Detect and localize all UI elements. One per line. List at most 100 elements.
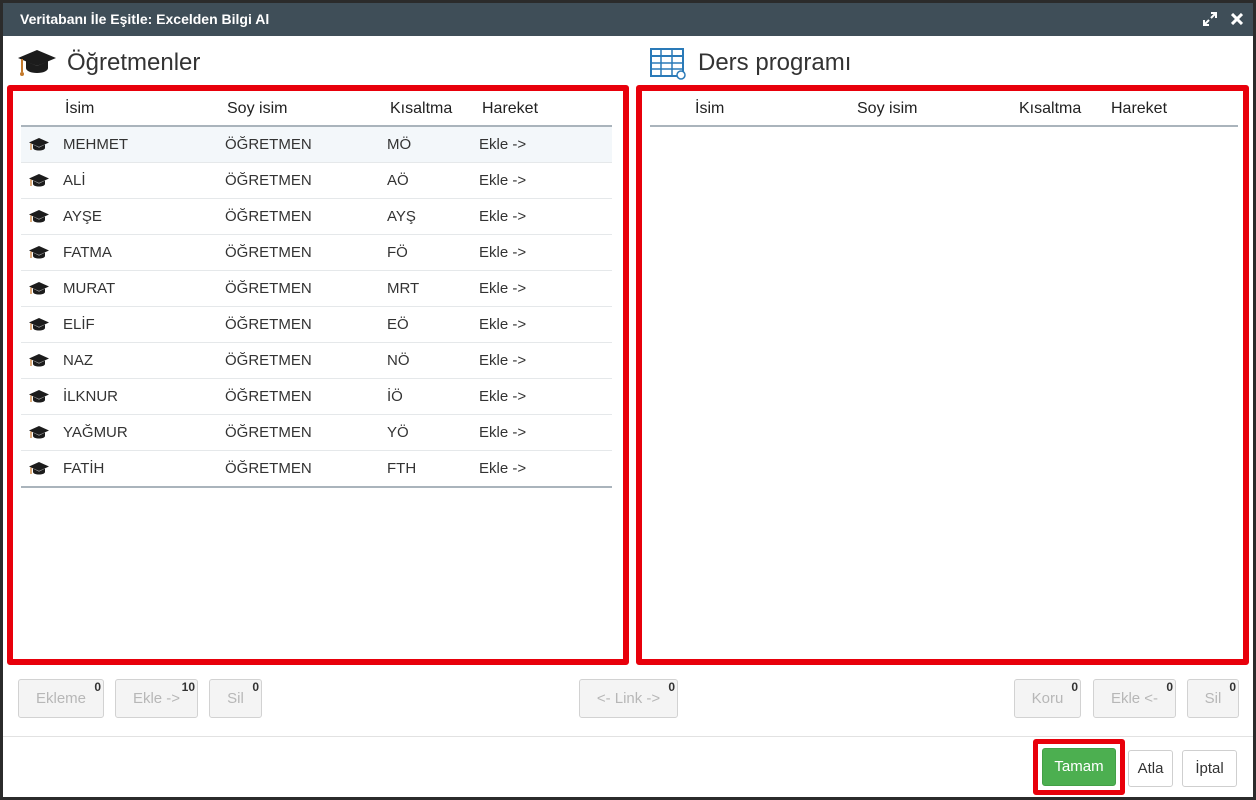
schedule-panel: İsim Soy isim Kısaltma Hareket: [636, 85, 1249, 665]
graduation-cap-icon: [28, 137, 50, 153]
button-label: <- Link ->: [596, 690, 661, 707]
add-row-link[interactable]: Ekle ->: [479, 424, 526, 441]
col-short-header[interactable]: Kısaltma: [390, 100, 452, 118]
graduation-cap-icon: [28, 461, 50, 477]
ok-button[interactable]: Tamam: [1042, 748, 1116, 786]
teacher-surname: ÖĞRETMEN: [225, 424, 312, 441]
teacher-short: EÖ: [387, 316, 409, 333]
col-name-header[interactable]: İsim: [65, 100, 94, 118]
count-badge: 0: [1166, 680, 1173, 694]
graduation-cap-icon: [28, 209, 50, 225]
teachers-title: Öğretmenler: [67, 49, 201, 76]
teacher-short: İÖ: [387, 388, 403, 405]
add-row-link[interactable]: Ekle ->: [479, 244, 526, 261]
teacher-surname: ÖĞRETMEN: [225, 280, 312, 297]
teacher-short: FÖ: [387, 244, 408, 261]
table-row[interactable]: MEHMET ÖĞRETMEN MÖ Ekle ->: [21, 127, 612, 163]
delete-left-button[interactable]: Sil 0: [209, 679, 262, 718]
table-row[interactable]: YAĞMUR ÖĞRETMEN YÖ Ekle ->: [21, 415, 612, 451]
close-icon[interactable]: [1230, 12, 1244, 27]
graduation-cap-icon: [28, 353, 50, 369]
graduation-cap-icon: [28, 389, 50, 405]
teacher-name: MEHMET: [63, 136, 128, 153]
button-label: Sil: [227, 690, 244, 707]
table-row[interactable]: MURAT ÖĞRETMEN MRT Ekle ->: [21, 271, 612, 307]
teacher-surname: ÖĞRETMEN: [225, 208, 312, 225]
table-row[interactable]: İLKNUR ÖĞRETMEN İÖ Ekle ->: [21, 379, 612, 415]
teacher-short: MRT: [387, 280, 420, 297]
teacher-surname: ÖĞRETMEN: [225, 352, 312, 369]
count-badge: 0: [1071, 680, 1078, 694]
graduation-cap-icon: [28, 173, 50, 189]
count-badge: 0: [252, 680, 259, 694]
teacher-short: FTH: [387, 460, 417, 477]
graduation-cap-icon: [28, 281, 50, 297]
teacher-surname: ÖĞRETMEN: [225, 244, 312, 261]
teacher-name: NAZ: [63, 352, 93, 369]
schedule-title: Ders programı: [698, 49, 852, 76]
table-row[interactable]: FATİH ÖĞRETMEN FTH Ekle ->: [21, 451, 612, 487]
add-left-button[interactable]: Ekle <- 0: [1093, 679, 1176, 718]
table-row[interactable]: ALİ ÖĞRETMEN AÖ Ekle ->: [21, 163, 612, 199]
table-row[interactable]: ELİF ÖĞRETMEN EÖ Ekle ->: [21, 307, 612, 343]
maximize-icon[interactable]: [1203, 11, 1217, 28]
teacher-short: AYŞ: [387, 208, 416, 225]
button-label: Koru: [1031, 690, 1064, 707]
teacher-surname: ÖĞRETMEN: [225, 172, 312, 189]
button-label: Sil: [1204, 690, 1222, 707]
add-row-link[interactable]: Ekle ->: [479, 388, 526, 405]
table-row[interactable]: AYŞE ÖĞRETMEN AYŞ Ekle ->: [21, 199, 612, 235]
teacher-name: ALİ: [63, 172, 86, 189]
button-label: Ekleme: [35, 690, 87, 707]
teacher-name: AYŞE: [63, 208, 102, 225]
teacher-name: FATİH: [63, 460, 105, 477]
graduation-cap-icon: [28, 317, 50, 333]
teacher-short: YÖ: [387, 424, 409, 441]
graduation-cap-icon: [28, 425, 50, 441]
graduation-cap-icon: [28, 245, 50, 261]
teacher-short: AÖ: [387, 172, 409, 189]
teacher-short: NÖ: [387, 352, 410, 369]
add-row-link[interactable]: Ekle ->: [479, 208, 526, 225]
graduation-cap-icon: [17, 46, 57, 80]
count-badge: 0: [668, 680, 675, 694]
add-row-link[interactable]: Ekle ->: [479, 316, 526, 333]
col-surname-header[interactable]: Soy isim: [857, 100, 917, 118]
table-bottom-divider: [21, 486, 612, 488]
skip-button[interactable]: Atla: [1128, 750, 1173, 787]
cancel-button[interactable]: İptal: [1182, 750, 1237, 787]
teacher-short: MÖ: [387, 136, 412, 153]
teacher-name: FATMA: [63, 244, 112, 261]
col-action-header[interactable]: Hareket: [482, 100, 538, 118]
teacher-name: İLKNUR: [63, 388, 119, 405]
count-badge: 10: [181, 680, 195, 694]
sync-dialog: Veritabanı İle Eşitle: Excelden Bilgi Al…: [0, 0, 1256, 800]
col-surname-header[interactable]: Soy isim: [227, 100, 287, 118]
add-right-button[interactable]: Ekle -> 10: [115, 679, 198, 718]
col-action-header[interactable]: Hareket: [1111, 100, 1167, 118]
table-row[interactable]: FATMA ÖĞRETMEN FÖ Ekle ->: [21, 235, 612, 271]
table-row[interactable]: NAZ ÖĞRETMEN NÖ Ekle ->: [21, 343, 612, 379]
dialog-titlebar: Veritabanı İle Eşitle: Excelden Bilgi Al: [3, 3, 1253, 36]
teachers-panel: İsim Soy isim Kısaltma Hareket MEHMET ÖĞR…: [7, 85, 629, 665]
add-row-link[interactable]: Ekle ->: [479, 172, 526, 189]
button-label: Ekle ->: [132, 690, 181, 707]
teachers-header: Öğretmenler: [17, 45, 200, 81]
teacher-name: ELİF: [63, 316, 95, 333]
link-button[interactable]: <- Link -> 0: [579, 679, 678, 718]
col-short-header[interactable]: Kısaltma: [1019, 100, 1081, 118]
teacher-name: YAĞMUR: [63, 424, 128, 441]
schedule-header: Ders programı: [648, 45, 851, 81]
table-grid-icon: [648, 46, 688, 80]
col-name-header[interactable]: İsim: [695, 100, 724, 118]
delete-right-button[interactable]: Sil 0: [1187, 679, 1239, 718]
teacher-surname: ÖĞRETMEN: [225, 460, 312, 477]
teachers-table-header: İsim Soy isim Kısaltma Hareket: [21, 91, 612, 127]
add-row-link[interactable]: Ekle ->: [479, 136, 526, 153]
schedule-table-header: İsim Soy isim Kısaltma Hareket: [650, 91, 1238, 127]
keep-button[interactable]: Koru 0: [1014, 679, 1081, 718]
add-row-link[interactable]: Ekle ->: [479, 280, 526, 297]
no-add-button[interactable]: Ekleme 0: [18, 679, 104, 718]
add-row-link[interactable]: Ekle ->: [479, 352, 526, 369]
add-row-link[interactable]: Ekle ->: [479, 460, 526, 477]
